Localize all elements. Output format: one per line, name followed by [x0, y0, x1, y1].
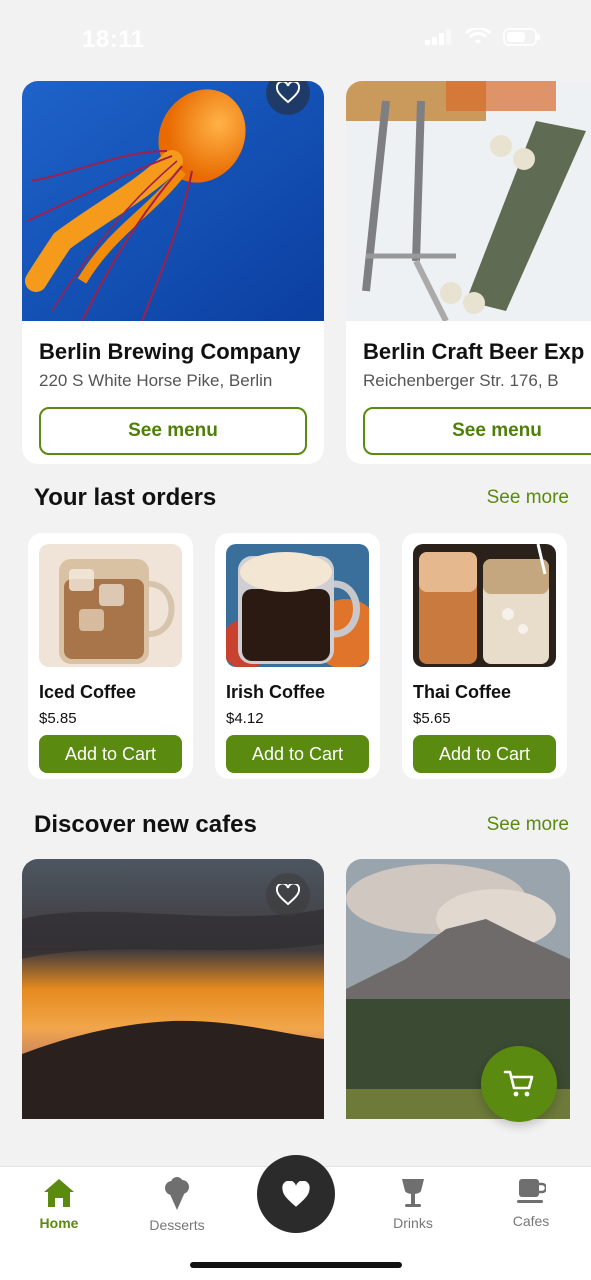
home-indicator [190, 1262, 402, 1268]
nav-home[interactable]: Home [14, 1177, 104, 1231]
product-price: $4.12 [226, 710, 264, 727]
ice-cream-icon [165, 1177, 189, 1210]
home-scroll-view[interactable]: 18:11 Berlin Brewing Company 220 S White… [0, 0, 591, 1166]
order-card[interactable]: Iced Coffee $5.85 Add to Cart [28, 533, 193, 779]
skateboard-image [346, 81, 591, 321]
status-time: 18:11 [82, 26, 145, 53]
venue-address: 220 S White Horse Pike, Berlin [39, 371, 273, 390]
signal-icon [425, 29, 451, 45]
product-name: Thai Coffee [413, 682, 512, 702]
orders-section-header: Your last orders See more [34, 484, 569, 512]
nav-drinks[interactable]: Drinks [368, 1177, 458, 1231]
irish-coffee-image [226, 544, 369, 667]
venue-address: Reichenberger Str. 176, B [363, 371, 559, 390]
venue-name: Berlin Brewing Company [39, 339, 301, 364]
add-to-cart-button[interactable]: Add to Cart [226, 735, 369, 773]
product-name: Iced Coffee [39, 682, 137, 702]
nav-label: Desserts [149, 1217, 205, 1233]
discover-section-header: Discover new cafes See more [34, 811, 569, 839]
cart-icon [503, 1070, 534, 1097]
heart-icon [282, 1180, 310, 1207]
nav-label: Home [39, 1215, 79, 1231]
heart-outline-icon [276, 884, 300, 906]
see-menu-button[interactable]: See menu [39, 407, 307, 455]
last-orders-list[interactable]: Iced Coffee $5.85 Add to Cart Irish Coff… [28, 533, 567, 779]
featured-card[interactable]: Berlin Brewing Company 220 S White Horse… [22, 81, 324, 464]
favorite-button[interactable] [266, 873, 310, 917]
add-to-cart-button[interactable]: Add to Cart [39, 735, 182, 773]
coffee-cup-icon [517, 1179, 546, 1203]
see-more-link[interactable]: See more [487, 487, 569, 509]
battery-icon [503, 28, 540, 46]
product-price: $5.65 [413, 710, 451, 727]
iced-coffee-image [39, 544, 182, 667]
favorites-center-button[interactable] [257, 1155, 335, 1233]
order-card[interactable]: Thai Coffee $5.65 Add to Cart [402, 533, 567, 779]
order-card[interactable]: Irish Coffee $4.12 Add to Cart [215, 533, 380, 779]
add-to-cart-button[interactable]: Add to Cart [413, 735, 556, 773]
cart-button[interactable] [481, 1046, 557, 1122]
nav-label: Cafes [512, 1213, 550, 1229]
status-icons [425, 28, 541, 46]
featured-card[interactable]: Berlin Craft Beer Exp Reichenberger Str.… [346, 81, 591, 464]
nav-desserts[interactable]: Desserts [132, 1177, 222, 1233]
nav-cafes[interactable]: Cafes [486, 1177, 576, 1229]
cafe-card[interactable] [22, 859, 324, 1119]
jellyfish-image [22, 81, 324, 321]
nav-label: Drinks [393, 1215, 433, 1231]
venue-name: Berlin Craft Beer Exp [363, 339, 585, 364]
product-name: Irish Coffee [226, 682, 326, 702]
wifi-icon [465, 28, 491, 44]
section-title: Your last orders [34, 484, 217, 511]
see-menu-button[interactable]: See menu [363, 407, 591, 455]
section-title: Discover new cafes [34, 811, 257, 838]
heart-outline-icon [276, 82, 300, 104]
see-more-link[interactable]: See more [487, 814, 569, 836]
thai-coffee-image [413, 544, 556, 667]
featured-carousel[interactable]: Berlin Brewing Company 220 S White Horse… [22, 81, 591, 464]
status-bar: 18:11 [0, 0, 591, 80]
home-icon [44, 1179, 74, 1207]
product-price: $5.85 [39, 710, 77, 727]
glass-icon [402, 1179, 424, 1207]
